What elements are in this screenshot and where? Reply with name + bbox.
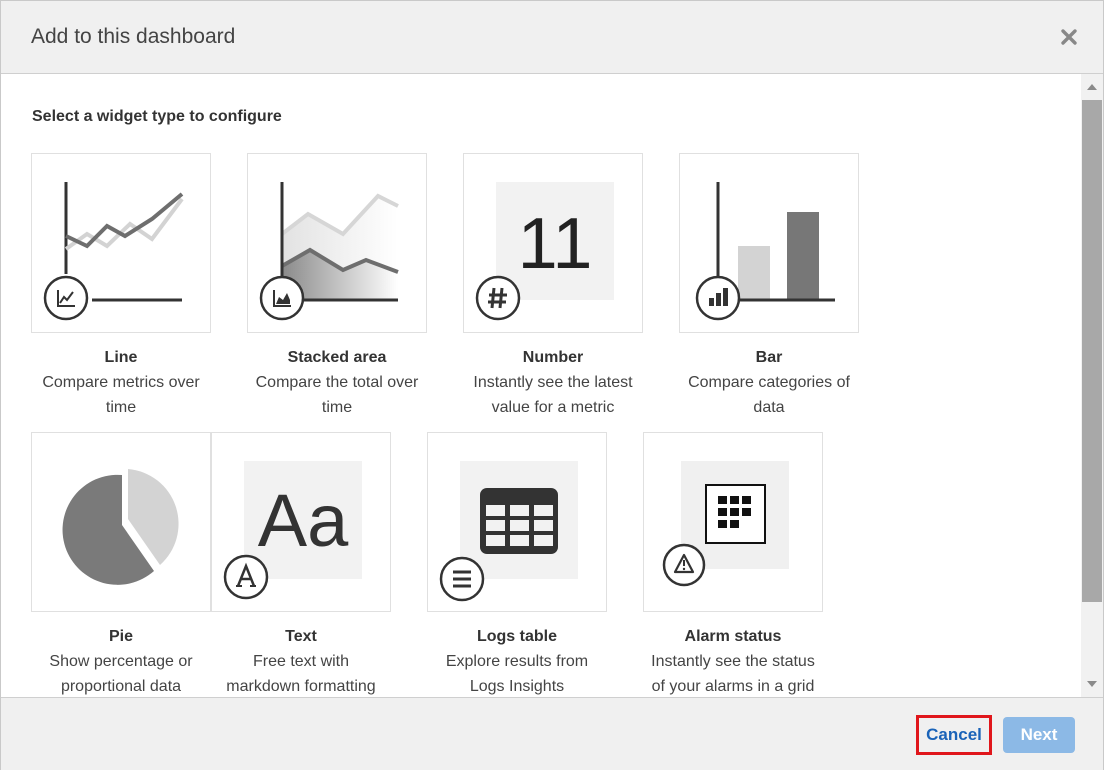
widget-desc-text-1: Free text with bbox=[252, 653, 350, 670]
widget-tile-alarm-status[interactable] bbox=[643, 432, 823, 612]
widget-desc-stacked-area-2: time bbox=[321, 399, 353, 416]
widget-tile-stacked-area[interactable] bbox=[247, 153, 427, 333]
scrollbar-thumb[interactable] bbox=[1082, 100, 1102, 602]
widget-desc-number-2: value for a metric bbox=[491, 399, 615, 416]
widget-name-pie: Pie bbox=[108, 628, 133, 645]
list-icon bbox=[439, 556, 485, 602]
pie-chart-icon bbox=[62, 469, 179, 585]
dialog-body: Select a widget type to configure Line C… bbox=[1, 74, 1079, 697]
widget-desc-line-1: Compare metrics over bbox=[42, 374, 200, 391]
widget-name-logs-table: Logs table bbox=[476, 628, 557, 645]
dialog-title: Add to this dashboard bbox=[31, 25, 236, 48]
font-icon bbox=[223, 554, 269, 600]
widget-desc-stacked-area-1: Compare the total over bbox=[255, 374, 419, 391]
widget-desc-bar-2: data bbox=[753, 399, 785, 416]
add-widget-dialog: Add to this dashboard Select a widget ty… bbox=[0, 0, 1104, 770]
warning-icon bbox=[662, 543, 706, 587]
widget-name-text: Text bbox=[285, 628, 317, 645]
widget-tile-number[interactable]: 11 bbox=[463, 153, 643, 333]
dialog-footer: Cancel Next bbox=[1, 697, 1103, 770]
widget-tile-text[interactable]: Aa bbox=[211, 432, 391, 612]
widget-desc-logs-table-1: Explore results from bbox=[445, 653, 589, 670]
dialog-header: Add to this dashboard bbox=[1, 1, 1103, 74]
widget-tile-line[interactable] bbox=[31, 153, 211, 333]
scroll-down-arrow-icon[interactable] bbox=[1087, 681, 1097, 687]
widget-type-heading: Select a widget type to configure bbox=[32, 108, 282, 125]
widget-desc-alarm-status-1: Instantly see the status bbox=[651, 653, 815, 670]
widget-name-bar: Bar bbox=[755, 349, 783, 366]
widget-name-number: Number bbox=[522, 349, 584, 366]
cancel-button[interactable]: Cancel bbox=[916, 715, 992, 755]
scroll-up-arrow-icon[interactable] bbox=[1087, 84, 1097, 90]
hash-icon bbox=[475, 275, 521, 321]
line-chart-icon bbox=[43, 275, 89, 321]
widget-desc-bar-1: Compare categories of bbox=[688, 374, 850, 391]
widget-name-stacked-area: Stacked area bbox=[287, 349, 387, 366]
widget-tile-logs-table[interactable] bbox=[427, 432, 607, 612]
close-icon[interactable] bbox=[1057, 25, 1081, 49]
vertical-scrollbar[interactable] bbox=[1081, 74, 1103, 697]
widget-name-alarm-status: Alarm status bbox=[684, 628, 782, 645]
widget-name-line: Line bbox=[104, 349, 138, 366]
widget-desc-line-2: time bbox=[105, 399, 137, 416]
widget-desc-pie-2: proportional data bbox=[60, 678, 182, 695]
widget-desc-pie-1: Show percentage or bbox=[49, 653, 193, 670]
widget-desc-number-1: Instantly see the latest bbox=[473, 374, 633, 391]
area-chart-icon bbox=[259, 275, 305, 321]
widget-tile-bar[interactable] bbox=[679, 153, 859, 333]
widget-desc-text-2: markdown formatting bbox=[226, 678, 376, 695]
widget-desc-alarm-status-2: of your alarms in a grid bbox=[651, 678, 815, 695]
widget-tile-pie[interactable] bbox=[31, 432, 211, 612]
next-button[interactable]: Next bbox=[1003, 717, 1075, 753]
widget-desc-logs-table-2: Logs Insights bbox=[469, 678, 565, 695]
bar-chart-icon bbox=[695, 275, 741, 321]
